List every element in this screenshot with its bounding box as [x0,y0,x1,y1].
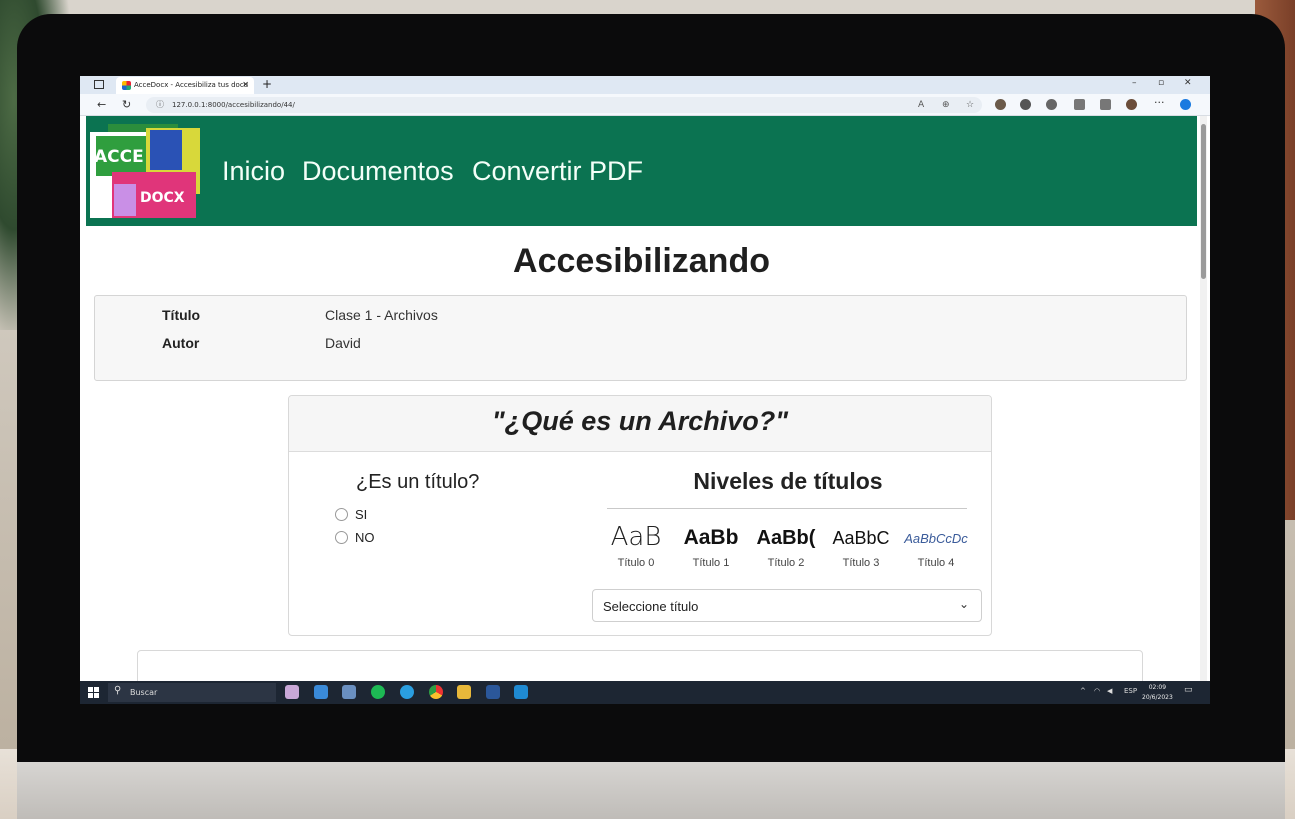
style-sample-title-0[interactable]: AaB [600,522,672,552]
split-screen-icon[interactable] [1074,99,1085,110]
profile-avatar[interactable] [1126,99,1137,110]
back-icon[interactable]: ← [97,98,106,111]
browser-tab[interactable]: AcceDocx - Accesibiliza tus docu ✕ [116,77,254,94]
screen: AcceDocx - Accesibiliza tus docu ✕ + – ▫… [80,76,1210,704]
bing-icon[interactable] [1180,99,1191,110]
divider [607,508,967,509]
style-sample-title-2[interactable]: AaBb( [750,527,822,550]
minimize-icon[interactable]: – [1132,78,1137,88]
window-close-icon[interactable]: ✕ [1184,78,1192,88]
search-icon: ⚲ [114,685,122,696]
meta-value-author: David [325,335,361,351]
scrollbar-thumb[interactable] [1201,124,1206,279]
radio-label: NO [355,530,375,545]
tray-chevron-icon[interactable]: ^ [1080,687,1086,695]
tab-favicon-icon [122,81,131,90]
language-indicator[interactable]: ESP [1124,687,1137,695]
spotify-icon[interactable] [371,685,385,699]
extension-icon[interactable] [1020,99,1031,110]
notifications-icon[interactable]: ▭ [1184,685,1193,695]
heading-levels-title: Niveles de títulos [693,468,883,494]
address-bar[interactable]: ⓘ 127.0.0.1:8000/accesibilizando/44/ A ⊕… [146,97,982,113]
nav-link-documentos[interactable]: Documentos [302,156,454,187]
taskbar-clock[interactable]: 02:09 20/6/2023 [1142,683,1173,703]
nav-link-inicio[interactable]: Inicio [222,156,285,187]
collections-icon[interactable] [1100,99,1111,110]
word-icon[interactable] [486,685,500,699]
logo-bottom-text: DOCX [140,190,185,206]
style-caption-title-3: Título 3 [842,557,880,569]
volume-icon[interactable]: ◀ [1107,687,1112,695]
web-page: ACCE DOCX Inicio Documentos Convertir PD… [86,116,1197,681]
chevron-down-icon: ⌄ [958,597,969,611]
select-value: Seleccione título [603,599,699,614]
taskbar-search-label: Buscar [130,688,158,697]
paragraph-header: "¿Qué es un Archivo?" [289,396,991,452]
monitor-chin [17,762,1285,819]
favorite-star-icon[interactable]: ☆ [966,100,974,110]
windows-taskbar: ⚲ Buscar ^ ◠ ◀ ESP 02:09 20/6/2023 ▭ [80,681,1210,704]
network-icon[interactable]: ◠ [1094,687,1100,695]
mail-icon[interactable] [314,685,328,699]
more-menu-icon[interactable]: ··· [1154,96,1165,109]
heading-level-select[interactable]: Seleccione título ⌄ [592,589,982,622]
nav-link-convertir-pdf[interactable]: Convertir PDF [472,156,643,187]
clock-time: 02:09 [1148,684,1167,691]
page-title: Accesibilizando [513,242,770,280]
refresh-icon[interactable]: ↻ [122,98,131,111]
browser-toolbar: ← ↻ ⓘ 127.0.0.1:8000/accesibilizando/44/… [80,94,1210,116]
taskbar-app-icon[interactable] [342,685,356,699]
extension-icon[interactable] [1046,99,1057,110]
new-tab-button[interactable]: + [262,77,272,91]
file-explorer-icon[interactable] [457,685,471,699]
zoom-icon[interactable]: ⊕ [942,100,950,110]
next-paragraph-card [137,650,1143,681]
windows-start-icon[interactable] [88,687,99,698]
site-info-icon[interactable]: ⓘ [156,99,164,110]
meta-label-title: Título [162,307,201,323]
meta-value-title: Clase 1 - Archivos [325,307,438,323]
clock-date: 20/6/2023 [1142,694,1173,701]
paragraph-card: "¿Qué es un Archivo?" ¿Es un título? SI … [288,395,992,636]
radio-button[interactable] [335,508,348,521]
restore-icon[interactable]: ▫ [1158,78,1164,88]
read-aloud-icon[interactable]: A [918,100,924,110]
accedocx-logo[interactable]: ACCE DOCX [90,122,202,222]
tab-close-icon[interactable]: ✕ [242,80,249,89]
vscode-icon[interactable] [514,685,528,699]
radio-label: SI [355,507,368,522]
style-caption-title-4: Título 4 [917,557,955,569]
style-caption-title-2: Título 2 [767,557,805,569]
site-navbar: ACCE DOCX Inicio Documentos Convertir PD… [86,116,1197,226]
url-text: 127.0.0.1:8000/accesibilizando/44/ [172,101,295,109]
radio-option-no[interactable]: NO [335,530,375,545]
meta-label-author: Autor [162,335,200,351]
style-sample-title-1[interactable]: AaBb [675,526,747,550]
tab-actions-icon[interactable] [94,80,104,89]
style-sample-title-4[interactable]: AaBbCcDc [900,531,972,546]
style-sample-title-3[interactable]: AaBbC [825,528,897,549]
is-title-prompt: ¿Es un título? [356,471,480,493]
edge-icon[interactable] [400,685,414,699]
extension-icon[interactable] [995,99,1006,110]
taskbar-app-icon[interactable] [285,685,299,699]
taskbar-search[interactable]: ⚲ Buscar [108,683,276,702]
style-caption-title-0: Título 0 [617,557,655,569]
paragraph-text: "¿Qué es un Archivo?" [491,406,789,436]
chrome-icon[interactable] [429,685,443,699]
tab-title: AcceDocx - Accesibiliza tus docu [134,81,249,89]
radio-option-si[interactable]: SI [335,507,367,522]
style-caption-title-1: Título 1 [692,557,730,569]
browser-tab-bar: AcceDocx - Accesibiliza tus docu ✕ + – ▫… [80,76,1210,94]
logo-top-text: ACCE [94,147,144,167]
radio-button[interactable] [335,531,348,544]
document-info-card: Título Clase 1 - Archivos Autor David [94,295,1187,381]
